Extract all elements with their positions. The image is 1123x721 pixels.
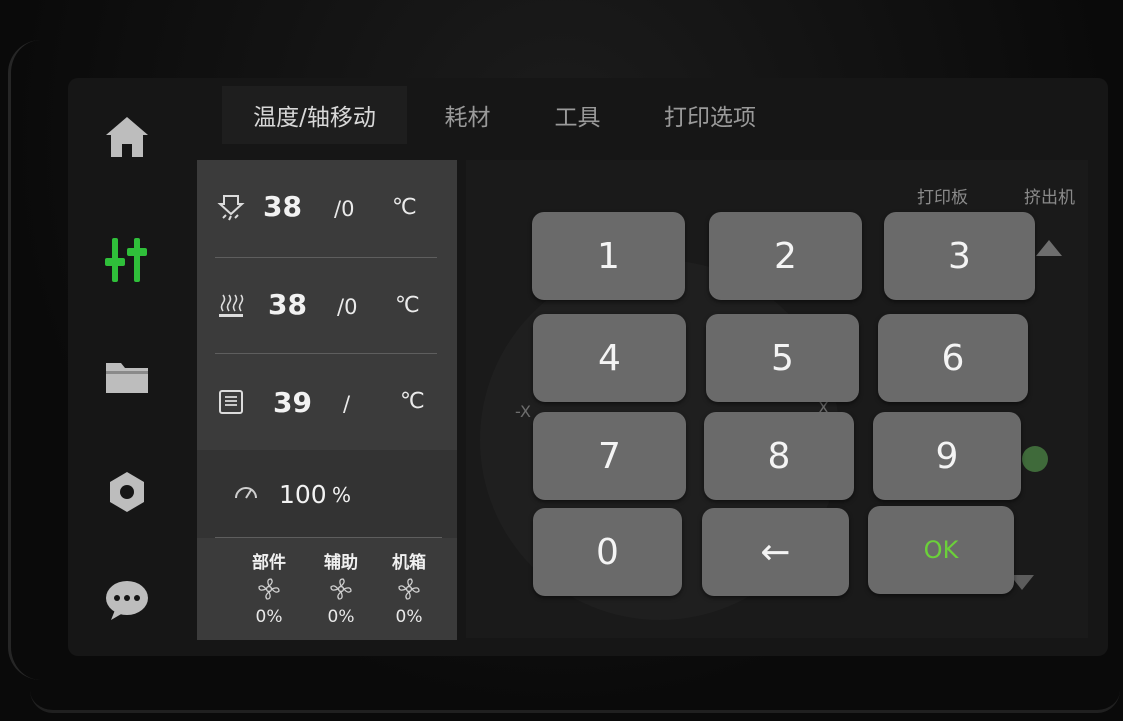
fan-label: 机箱 — [392, 553, 426, 573]
bezel-bottom — [30, 690, 1120, 713]
key-3[interactable]: 3 — [884, 212, 1035, 300]
sidebar — [80, 90, 205, 650]
chamber-temp-row[interactable]: 39 / ℃ — [197, 354, 457, 450]
chat-icon — [106, 581, 148, 620]
chamber-temp-unit: ℃ — [400, 389, 425, 414]
fan-aux[interactable]: 辅助 0% — [306, 548, 376, 627]
bezel-edge — [8, 40, 41, 680]
key-1[interactable]: 1 — [532, 212, 685, 300]
nozzle-target-temp: /0 — [334, 197, 355, 221]
tab-print-options[interactable]: 打印选项 — [645, 86, 775, 144]
sidebar-item-home[interactable] — [102, 112, 152, 162]
settings-icon — [110, 472, 144, 512]
speed-unit: % — [332, 483, 352, 507]
sidebar-item-files[interactable] — [102, 352, 152, 402]
sidebar-item-controls[interactable] — [102, 235, 152, 285]
tab-bar: 温度/轴移动 耗材 工具 打印选项 — [220, 86, 1100, 146]
key-5[interactable]: 5 — [706, 314, 859, 402]
key-9[interactable]: 9 — [873, 412, 1021, 500]
speed-value: 100 — [279, 480, 327, 509]
home-icon — [106, 117, 148, 157]
fan-value: 0% — [255, 607, 283, 627]
fan-icon — [398, 578, 420, 600]
key-6[interactable]: 6 — [878, 314, 1028, 402]
fan-icon — [258, 578, 280, 600]
heated-bed-icon — [219, 294, 244, 317]
chamber-icon — [219, 390, 243, 414]
bed-label: 打印板 — [917, 188, 968, 208]
fan-icon — [330, 578, 352, 600]
key-2[interactable]: 2 — [709, 212, 862, 300]
nozzle-temp-unit: ℃ — [392, 195, 417, 220]
bed-temp-row[interactable]: 38 /0 ℃ — [197, 258, 457, 354]
fan-part[interactable]: 部件 0% — [234, 548, 304, 627]
nozzle-icon — [217, 195, 245, 221]
fan-label: 辅助 — [324, 553, 358, 573]
divider — [215, 537, 442, 538]
nozzle-temp-row[interactable]: 38 /0 ℃ — [197, 160, 457, 258]
extruder-indicator — [1022, 446, 1048, 472]
chamber-target-temp: / — [343, 392, 351, 416]
axis-minus-x-label: -X — [515, 402, 531, 421]
fan-value: 0% — [395, 607, 423, 627]
speed-gauge-icon — [235, 487, 257, 499]
speed-row[interactable]: 100 % — [197, 450, 457, 538]
extruder-label: 挤出机 — [1024, 188, 1075, 208]
key-4[interactable]: 4 — [533, 314, 686, 402]
bed-temp-unit: ℃ — [395, 293, 420, 318]
sidebar-item-settings[interactable] — [102, 467, 152, 517]
tab-filament[interactable]: 耗材 — [420, 86, 515, 144]
bed-current-temp: 38 — [268, 288, 307, 321]
key-ok[interactable]: OK — [868, 506, 1014, 594]
bed-up-arrow-icon — [1036, 240, 1062, 256]
sidebar-item-messages[interactable] — [102, 575, 152, 625]
nozzle-current-temp: 38 — [263, 190, 302, 223]
key-8[interactable]: 8 — [704, 412, 854, 500]
bed-target-temp: /0 — [337, 295, 358, 319]
folder-icon — [106, 363, 148, 393]
fan-chamber[interactable]: 机箱 0% — [374, 548, 444, 627]
fan-label: 部件 — [252, 553, 286, 573]
key-backspace[interactable]: ← — [702, 508, 849, 596]
fan-value: 0% — [327, 607, 355, 627]
key-7[interactable]: 7 — [533, 412, 686, 500]
key-0[interactable]: 0 — [533, 508, 682, 596]
tab-tools[interactable]: 工具 — [530, 86, 625, 144]
chamber-current-temp: 39 — [273, 386, 312, 419]
tab-temp-axis[interactable]: 温度/轴移动 — [222, 86, 407, 144]
sliders-icon — [105, 238, 147, 282]
